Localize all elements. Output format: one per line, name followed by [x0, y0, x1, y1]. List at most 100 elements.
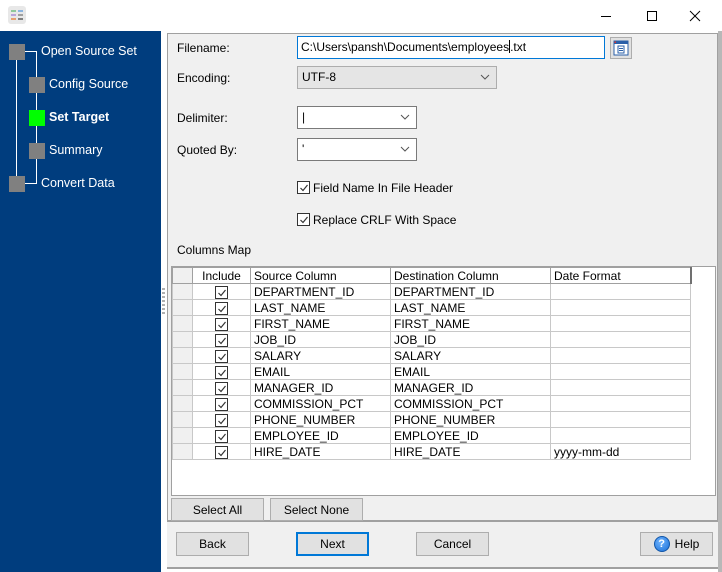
include-checkbox[interactable] [215, 429, 228, 443]
include-cell[interactable] [192, 315, 251, 332]
date-format-cell[interactable] [550, 347, 691, 364]
include-cell[interactable] [192, 283, 251, 300]
replace-crlf-label[interactable]: Replace CRLF With Space [313, 213, 456, 227]
date-format-cell[interactable] [550, 427, 691, 444]
include-cell[interactable] [192, 379, 251, 396]
date-format-cell[interactable] [550, 331, 691, 348]
step-convert-data[interactable]: Convert Data [41, 176, 115, 190]
include-checkbox[interactable] [215, 285, 228, 299]
destination-column-cell[interactable]: COMMISSION_PCT [390, 395, 551, 412]
destination-column-cell[interactable]: EMPLOYEE_ID [390, 427, 551, 444]
maximize-button[interactable] [629, 0, 675, 31]
select-all-button[interactable]: Select All [171, 498, 264, 521]
column-header-date-format[interactable]: Date Format [550, 267, 692, 284]
date-format-cell[interactable] [550, 395, 691, 412]
source-column-cell[interactable]: EMAIL [250, 363, 391, 380]
browse-file-button[interactable] [610, 37, 632, 59]
table-row[interactable]: COMMISSION_PCT COMMISSION_PCT [172, 395, 691, 412]
table-row[interactable]: HIRE_DATE HIRE_DATE yyyy-mm-dd [172, 443, 691, 460]
date-format-cell[interactable]: yyyy-mm-dd [550, 443, 691, 460]
help-button[interactable]: ? Help [640, 532, 713, 556]
select-none-button[interactable]: Select None [270, 498, 363, 521]
field-name-header-label[interactable]: Field Name In File Header [313, 181, 453, 195]
row-header[interactable] [172, 411, 193, 428]
row-header[interactable] [172, 331, 193, 348]
date-format-cell[interactable] [550, 283, 691, 300]
include-checkbox[interactable] [215, 445, 228, 459]
include-cell[interactable] [192, 363, 251, 380]
source-column-cell[interactable]: HIRE_DATE [250, 443, 391, 460]
step-open-source-set[interactable]: Open Source Set [41, 44, 137, 58]
date-format-cell[interactable] [550, 315, 691, 332]
destination-column-cell[interactable]: EMAIL [390, 363, 551, 380]
destination-column-cell[interactable]: DEPARTMENT_ID [390, 283, 551, 300]
date-format-cell[interactable] [550, 411, 691, 428]
row-header[interactable] [172, 347, 193, 364]
quoted-by-combobox[interactable]: ' [297, 138, 417, 161]
date-format-cell[interactable] [550, 363, 691, 380]
step-config-source[interactable]: Config Source [49, 77, 128, 91]
delimiter-combobox[interactable]: | [297, 106, 417, 129]
row-header[interactable] [172, 283, 193, 300]
table-row[interactable]: MANAGER_ID MANAGER_ID [172, 379, 691, 396]
cancel-button[interactable]: Cancel [416, 532, 489, 556]
include-checkbox[interactable] [215, 381, 228, 395]
source-column-cell[interactable]: COMMISSION_PCT [250, 395, 391, 412]
encoding-select[interactable]: UTF-8 [297, 66, 497, 89]
include-checkbox[interactable] [215, 301, 228, 315]
row-header[interactable] [172, 379, 193, 396]
splitter-grip[interactable] [162, 288, 165, 316]
include-checkbox[interactable] [215, 397, 228, 411]
destination-column-cell[interactable]: FIRST_NAME [390, 315, 551, 332]
row-header[interactable] [172, 395, 193, 412]
minimize-button[interactable] [583, 0, 629, 31]
include-checkbox[interactable] [215, 333, 228, 347]
column-header-include[interactable]: Include [192, 267, 251, 284]
destination-column-cell[interactable]: JOB_ID [390, 331, 551, 348]
columns-map-grid[interactable]: Include Source Column Destination Column… [171, 266, 716, 496]
source-column-cell[interactable]: EMPLOYEE_ID [250, 427, 391, 444]
source-column-cell[interactable]: FIRST_NAME [250, 315, 391, 332]
include-cell[interactable] [192, 331, 251, 348]
row-header[interactable] [172, 299, 193, 316]
replace-crlf-checkbox[interactable] [297, 213, 310, 226]
table-row[interactable]: EMPLOYEE_ID EMPLOYEE_ID [172, 427, 691, 444]
destination-column-cell[interactable]: SALARY [390, 347, 551, 364]
include-cell[interactable] [192, 427, 251, 444]
include-cell[interactable] [192, 299, 251, 316]
back-button[interactable]: Back [176, 532, 249, 556]
table-row[interactable]: SALARY SALARY [172, 347, 691, 364]
destination-column-cell[interactable]: HIRE_DATE [390, 443, 551, 460]
table-row[interactable]: EMAIL EMAIL [172, 363, 691, 380]
source-column-cell[interactable]: DEPARTMENT_ID [250, 283, 391, 300]
step-set-target[interactable]: Set Target [49, 110, 109, 124]
source-column-cell[interactable]: SALARY [250, 347, 391, 364]
source-column-cell[interactable]: PHONE_NUMBER [250, 411, 391, 428]
destination-column-cell[interactable]: MANAGER_ID [390, 379, 551, 396]
column-header-destination[interactable]: Destination Column [390, 267, 551, 284]
date-format-cell[interactable] [550, 379, 691, 396]
include-checkbox[interactable] [215, 349, 228, 363]
include-checkbox[interactable] [215, 317, 228, 331]
row-header[interactable] [172, 315, 193, 332]
include-cell[interactable] [192, 395, 251, 412]
row-header[interactable] [172, 427, 193, 444]
include-cell[interactable] [192, 347, 251, 364]
row-header[interactable] [172, 363, 193, 380]
column-header-source[interactable]: Source Column [250, 267, 391, 284]
next-button[interactable]: Next [296, 532, 369, 556]
destination-column-cell[interactable]: PHONE_NUMBER [390, 411, 551, 428]
step-summary[interactable]: Summary [49, 143, 102, 157]
table-row[interactable]: DEPARTMENT_ID DEPARTMENT_ID [172, 283, 691, 300]
close-button[interactable] [672, 0, 718, 31]
row-header[interactable] [172, 443, 193, 460]
field-name-header-checkbox[interactable] [297, 181, 310, 194]
include-cell[interactable] [192, 443, 251, 460]
include-checkbox[interactable] [215, 365, 228, 379]
table-row[interactable]: LAST_NAME LAST_NAME [172, 299, 691, 316]
table-row[interactable]: PHONE_NUMBER PHONE_NUMBER [172, 411, 691, 428]
source-column-cell[interactable]: LAST_NAME [250, 299, 391, 316]
destination-column-cell[interactable]: LAST_NAME [390, 299, 551, 316]
include-cell[interactable] [192, 411, 251, 428]
date-format-cell[interactable] [550, 299, 691, 316]
